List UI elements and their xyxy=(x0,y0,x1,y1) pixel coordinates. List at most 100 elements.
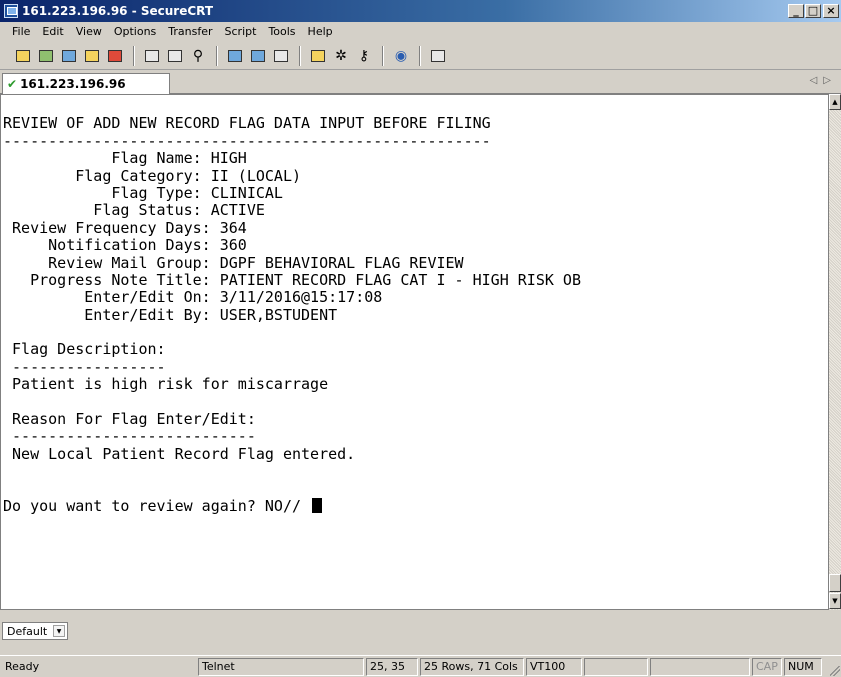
terminal-window[interactable]: REVIEW OF ADD NEW RECORD FLAG DATA INPUT… xyxy=(0,94,829,610)
scroll-down-button[interactable]: ▼ xyxy=(829,593,841,609)
menu-bar: File Edit View Options Transfer Script T… xyxy=(0,22,841,42)
menu-edit[interactable]: Edit xyxy=(36,23,69,41)
disconnect-icon xyxy=(108,49,122,62)
connect-button[interactable] xyxy=(12,45,34,67)
terminal-line: REVIEW OF ADD NEW RECORD FLAG DATA INPUT… xyxy=(3,114,491,133)
help-button[interactable]: ◉ xyxy=(390,45,412,67)
terminal-cursor xyxy=(312,497,323,513)
terminal-line: Flag Name: HIGH xyxy=(3,149,247,168)
paste-icon xyxy=(168,49,182,62)
menu-view[interactable]: View xyxy=(70,23,108,41)
menu-file[interactable]: File xyxy=(6,23,36,41)
menu-options[interactable]: Options xyxy=(108,23,162,41)
terminal-line: Flag Type: CLINICAL xyxy=(3,183,283,202)
close-button[interactable]: × xyxy=(823,4,839,18)
status-text: Ready xyxy=(5,660,40,673)
terminal-line: Enter/Edit On: 3/11/2016@15:17:08 xyxy=(3,288,383,307)
reconnect-button[interactable] xyxy=(81,45,103,67)
quick-connect-icon xyxy=(39,49,53,62)
global-options-button[interactable]: ✲ xyxy=(330,45,352,67)
button-bar-select[interactable]: Default ▼ xyxy=(2,622,68,640)
toolbar-separator xyxy=(382,45,384,66)
terminal-line: Flag Description: xyxy=(3,340,166,359)
disconnect-button[interactable] xyxy=(104,45,126,67)
print-icon xyxy=(228,49,242,62)
title-bar[interactable]: 161.223.196.96 - SecureCRT _ □ × xyxy=(0,0,841,22)
terminal-line: Review Mail Group: DGPF BEHAVIORAL FLAG … xyxy=(3,253,464,272)
terminal-line: Do you want to review again? NO// xyxy=(3,497,581,515)
keymap-button[interactable]: ⚷ xyxy=(353,45,375,67)
find-button[interactable]: ⚲ xyxy=(187,45,209,67)
window-title: 161.223.196.96 - SecureCRT xyxy=(22,4,214,18)
status-num-lock: NUM xyxy=(784,658,822,676)
keymap-icon: ⚷ xyxy=(358,47,370,64)
toolbar-separator xyxy=(299,45,301,66)
terminal-line: ----------------------------------------… xyxy=(3,131,491,150)
securecrt-app-icon[interactable] xyxy=(4,4,18,18)
chevron-down-icon[interactable]: ▼ xyxy=(53,625,65,637)
copy-button[interactable] xyxy=(141,45,163,67)
connect-in-tab-button[interactable] xyxy=(58,45,80,67)
tab-session[interactable]: ✔ 161.223.196.96 xyxy=(2,73,170,94)
toolbar-separator xyxy=(419,45,421,66)
terminal-line: Patient is high risk for miscarrage xyxy=(3,375,329,394)
terminal-line: Flag Status: ACTIVE xyxy=(3,201,265,220)
find-icon: ⚲ xyxy=(192,47,204,64)
terminal-scrollbar[interactable]: ▲ ▼ xyxy=(829,94,841,610)
menu-script[interactable]: Script xyxy=(219,23,263,41)
copy-icon xyxy=(145,49,159,62)
toolbar-separator xyxy=(133,45,135,66)
menu-tools[interactable]: Tools xyxy=(262,23,301,41)
toolbar: ⚲ ✲ ⚷ ◉ xyxy=(0,42,841,70)
toolbar-separator xyxy=(216,45,218,66)
print-selection-button[interactable] xyxy=(247,45,269,67)
quick-connect-button[interactable] xyxy=(35,45,57,67)
menu-transfer[interactable]: Transfer xyxy=(162,23,218,41)
terminal-line: ----------------- xyxy=(3,357,166,376)
terminal-line: Enter/Edit By: USER,BSTUDENT xyxy=(3,305,338,324)
status-caps-lock: CAP xyxy=(752,658,782,676)
print-setup-icon xyxy=(274,49,288,62)
print-button[interactable] xyxy=(224,45,246,67)
session-options-button[interactable] xyxy=(307,45,329,67)
scroll-up-button[interactable]: ▲ xyxy=(829,94,841,110)
button-bar: Default ▼ xyxy=(0,612,841,652)
menu-help[interactable]: Help xyxy=(302,23,339,41)
connect-icon xyxy=(16,49,30,62)
terminal-line: Progress Note Title: PATIENT RECORD FLAG… xyxy=(3,270,581,289)
tab-strip: ✔ 161.223.196.96 ◁▷ xyxy=(0,70,841,94)
print-selection-icon xyxy=(251,49,265,62)
terminal-line: Flag Category: II (LOCAL) xyxy=(3,166,302,185)
terminal-output[interactable]: REVIEW OF ADD NEW RECORD FLAG DATA INPUT… xyxy=(3,98,581,515)
global-options-icon: ✲ xyxy=(335,47,347,64)
status-empty-2 xyxy=(650,658,750,676)
status-empty-1 xyxy=(584,658,648,676)
minimize-button[interactable]: _ xyxy=(788,4,804,18)
connect-in-tab-icon xyxy=(62,49,76,62)
terminal-line: Notification Days: 360 xyxy=(3,236,247,255)
status-protocol: Telnet xyxy=(198,658,364,676)
terminal-line: --------------------------- xyxy=(3,427,256,446)
sftp-icon xyxy=(431,49,445,62)
terminal-line: New Local Patient Record Flag entered. xyxy=(3,444,356,463)
button-bar-selected: Default xyxy=(7,624,48,638)
terminal-line: Reason For Flag Enter/Edit: xyxy=(3,410,256,429)
status-cursor-position: 25, 35 xyxy=(366,658,418,676)
paste-button[interactable] xyxy=(164,45,186,67)
terminal-line: Review Frequency Days: 364 xyxy=(3,218,247,237)
tab-scroll-arrows-icon[interactable]: ◁▷ xyxy=(810,75,837,86)
session-options-icon xyxy=(311,49,325,62)
status-bar: Ready Telnet 25, 35 25 Rows, 71 Cols VT1… xyxy=(0,655,841,677)
print-setup-button[interactable] xyxy=(270,45,292,67)
resize-grip-icon[interactable] xyxy=(830,666,840,676)
tab-label: 161.223.196.96 xyxy=(20,77,126,91)
sftp-button[interactable] xyxy=(427,45,449,67)
maximize-button[interactable]: □ xyxy=(805,4,821,18)
scroll-thumb[interactable] xyxy=(829,574,841,592)
connected-check-icon: ✔ xyxy=(7,77,18,91)
